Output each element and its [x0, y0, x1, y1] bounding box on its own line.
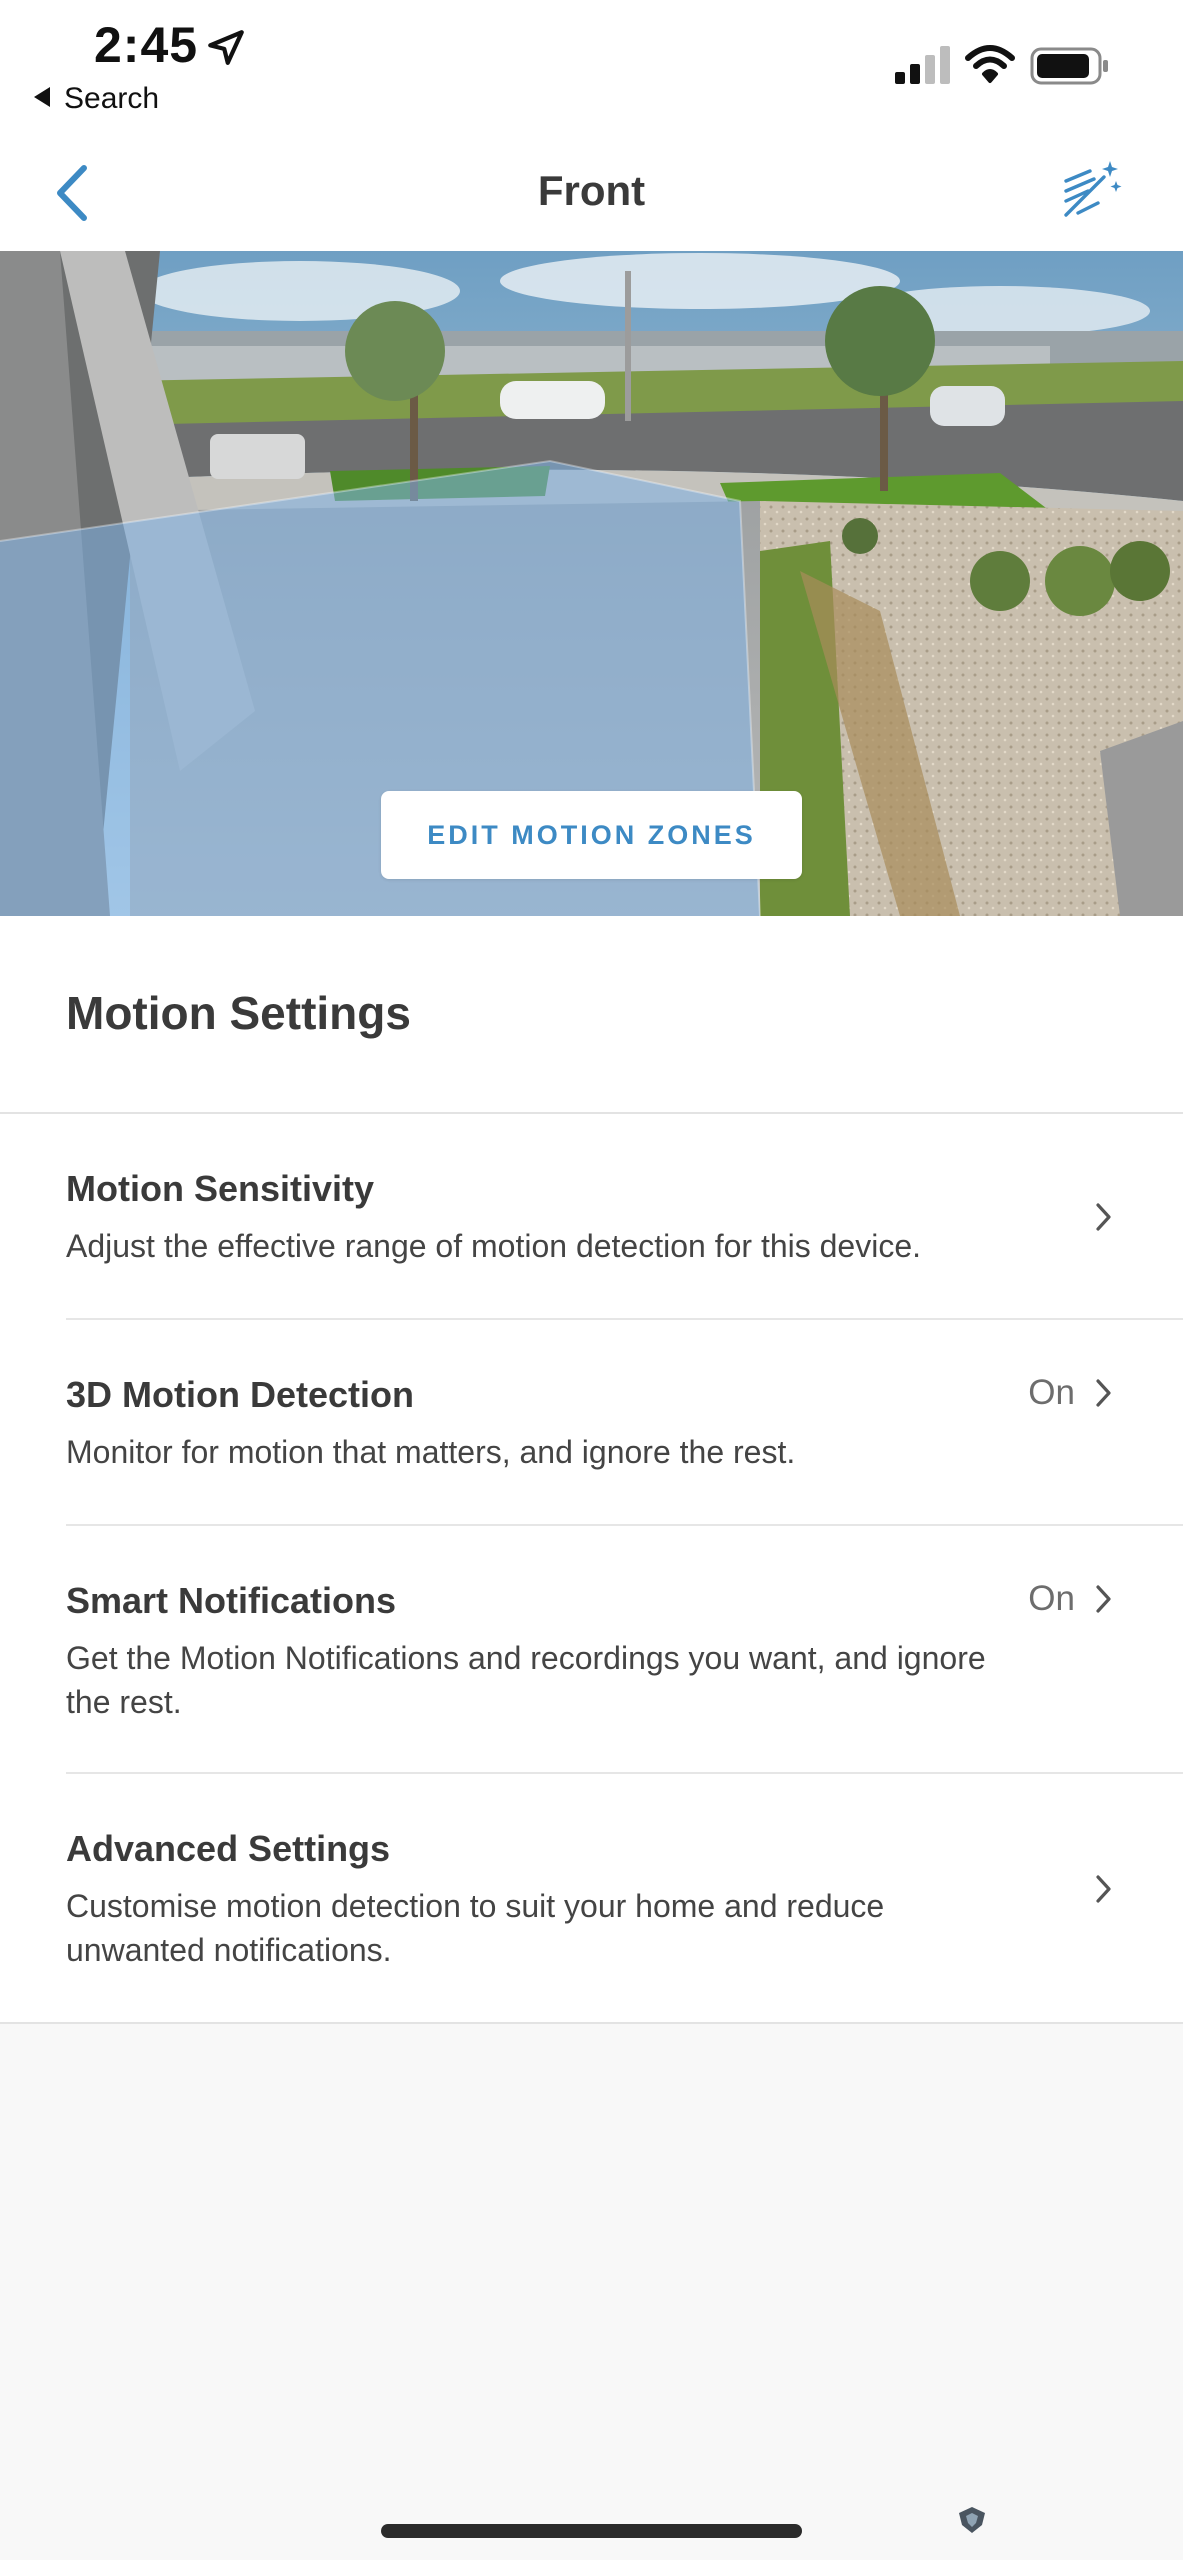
chevron-right-icon [1096, 1379, 1111, 1407]
wifi-icon [965, 45, 1015, 83]
row-description: Monitor for motion that matters, and ign… [66, 1434, 796, 1470]
settings-row-3d-motion-detection[interactable]: 3D Motion Detection On Monitor for motio… [0, 1320, 1183, 1524]
settings-row-motion-sensitivity[interactable]: Motion Sensitivity Adjust the effective … [0, 1114, 1183, 1318]
shield-badge-icon [959, 2507, 985, 2533]
location-arrow-icon [208, 30, 244, 65]
edit-motion-zones-button[interactable]: EDIT MOTION ZONES [381, 791, 802, 879]
row-title: 3D Motion Detection [66, 1374, 414, 1415]
nav-bar: Front [0, 135, 1183, 251]
cellular-signal-icon [895, 46, 950, 84]
row-description: Get the Motion Notifications and recordi… [66, 1640, 986, 1720]
settings-row-advanced-settings[interactable]: Advanced Settings Customise motion detec… [0, 1774, 1183, 2022]
row-title: Motion Sensitivity [66, 1168, 375, 1209]
section-title: Motion Settings [66, 987, 411, 1039]
row-title: Advanced Settings [66, 1828, 391, 1869]
row-title: Smart Notifications [66, 1580, 397, 1621]
chevron-right-icon [1096, 1203, 1111, 1231]
back-triangle-icon [34, 87, 50, 108]
status-time: 2:45 [94, 17, 199, 73]
row-status-value: On [1028, 1373, 1075, 1412]
back-search-label: Search [64, 82, 160, 115]
home-indicator[interactable] [381, 2524, 802, 2538]
row-description: Customise motion detection to suit your … [66, 1888, 885, 1968]
status-bar: 2:45 Search [0, 0, 1183, 135]
magic-wand-icon[interactable] [1058, 157, 1126, 225]
back-to-search-link[interactable]: Search [34, 82, 159, 116]
row-description: Adjust the effective range of motion det… [66, 1228, 922, 1264]
page-title: Front [537, 167, 646, 214]
chevron-right-icon [1096, 1585, 1111, 1613]
battery-icon [1030, 47, 1108, 85]
row-status-value: On [1028, 1579, 1075, 1618]
camera-preview[interactable]: EDIT MOTION ZONES [0, 251, 1183, 916]
settings-row-smart-notifications[interactable]: Smart Notifications On Get the Motion No… [0, 1526, 1183, 1772]
motion-settings-panel: Motion Settings Motion Sensitivity Adjus… [0, 916, 1183, 2024]
chevron-right-icon [1096, 1875, 1111, 1903]
